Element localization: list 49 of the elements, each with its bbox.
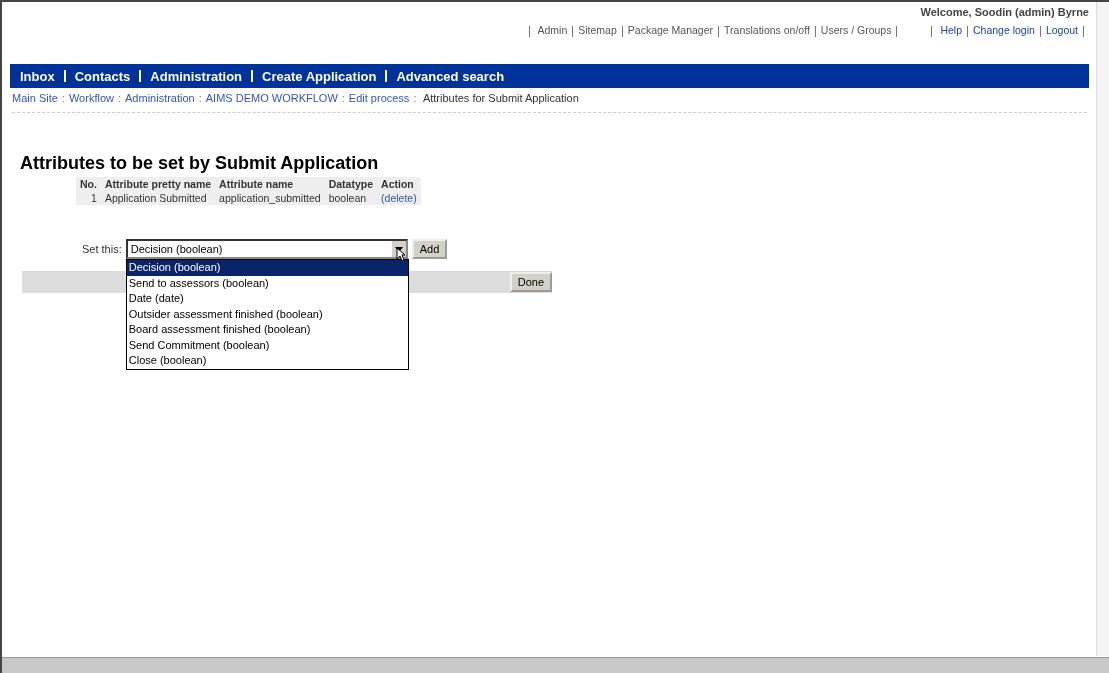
admin-link[interactable]: Users / Groups xyxy=(820,24,892,36)
dropdown-option[interactable]: Board assessment finished (boolean) xyxy=(126,322,408,338)
delete-link[interactable]: (delete) xyxy=(381,192,417,204)
breadcrumb-link[interactable]: Edit process xyxy=(348,92,410,104)
dropdown-option[interactable]: Decision (boolean) xyxy=(126,260,408,276)
page-heading: Attributes to be set by Submit Application xyxy=(20,153,380,174)
admin-link[interactable]: Translations on/off xyxy=(724,24,810,36)
table-cell: application_submitted xyxy=(215,191,325,205)
dropdown-option[interactable]: Send Commitment (boolean) xyxy=(126,337,408,353)
breadcrumb-link[interactable]: Workflow xyxy=(68,92,114,104)
admin-link[interactable]: Admin xyxy=(537,24,568,36)
column-header: Action xyxy=(377,177,421,191)
welcome-text: Welcome, Soodin (admin) Byrne xyxy=(920,6,1089,18)
set-this-label: Set this: xyxy=(82,242,122,255)
column-header: Datatype xyxy=(324,177,378,191)
add-button[interactable]: Add xyxy=(411,239,448,259)
breadcrumb-separator: : xyxy=(198,92,202,104)
column-header: Attribute name xyxy=(215,177,325,191)
attribute-select[interactable]: Decision (boolean) xyxy=(125,239,408,259)
nav-link[interactable]: Contacts xyxy=(74,68,131,84)
breadcrumb-separator: : xyxy=(341,92,345,104)
nav-link[interactable]: Administration xyxy=(150,68,243,84)
user-link[interactable]: Change login xyxy=(973,24,1035,36)
breadcrumb-link[interactable]: AIMS DEMO WORKFLOW xyxy=(205,92,338,104)
horizontal-scrollbar[interactable] xyxy=(2,657,1109,673)
column-header: Attribute pretty name xyxy=(100,177,216,191)
user-link[interactable]: Logout xyxy=(1045,24,1078,36)
dropdown-option[interactable]: Send to assessors (boolean) xyxy=(126,275,408,291)
column-header: No. xyxy=(76,177,101,191)
breadcrumb-separator: : xyxy=(61,92,65,104)
nav-link[interactable]: Inbox xyxy=(20,68,55,84)
admin-link[interactable]: Package Manager xyxy=(627,24,714,36)
breadcrumb-link[interactable]: Administration xyxy=(125,92,195,104)
dropdown-option[interactable]: Date (date) xyxy=(126,291,408,307)
breadcrumb-separator: : xyxy=(117,92,121,104)
breadcrumb-link[interactable]: Main Site xyxy=(12,92,58,104)
breadcrumb-separator: : xyxy=(413,92,417,104)
nav-link[interactable]: Create Application xyxy=(262,68,377,84)
admin-link[interactable]: Sitemap xyxy=(578,24,617,36)
nav-link[interactable]: Advanced search xyxy=(396,68,505,84)
breadcrumb-current: Attributes for Submit Application xyxy=(422,92,579,104)
dropdown-option[interactable]: Outsider assessment finished (boolean) xyxy=(126,306,408,322)
done-button[interactable]: Done xyxy=(509,272,552,292)
vertical-scrollbar[interactable] xyxy=(1096,2,1109,656)
table-cell: 1 xyxy=(76,191,101,205)
dropdown-option[interactable]: Close (boolean) xyxy=(126,353,408,369)
table-cell: Application Submitted xyxy=(100,191,216,205)
user-link[interactable]: Help xyxy=(940,24,962,36)
table-cell: boolean xyxy=(324,191,378,205)
